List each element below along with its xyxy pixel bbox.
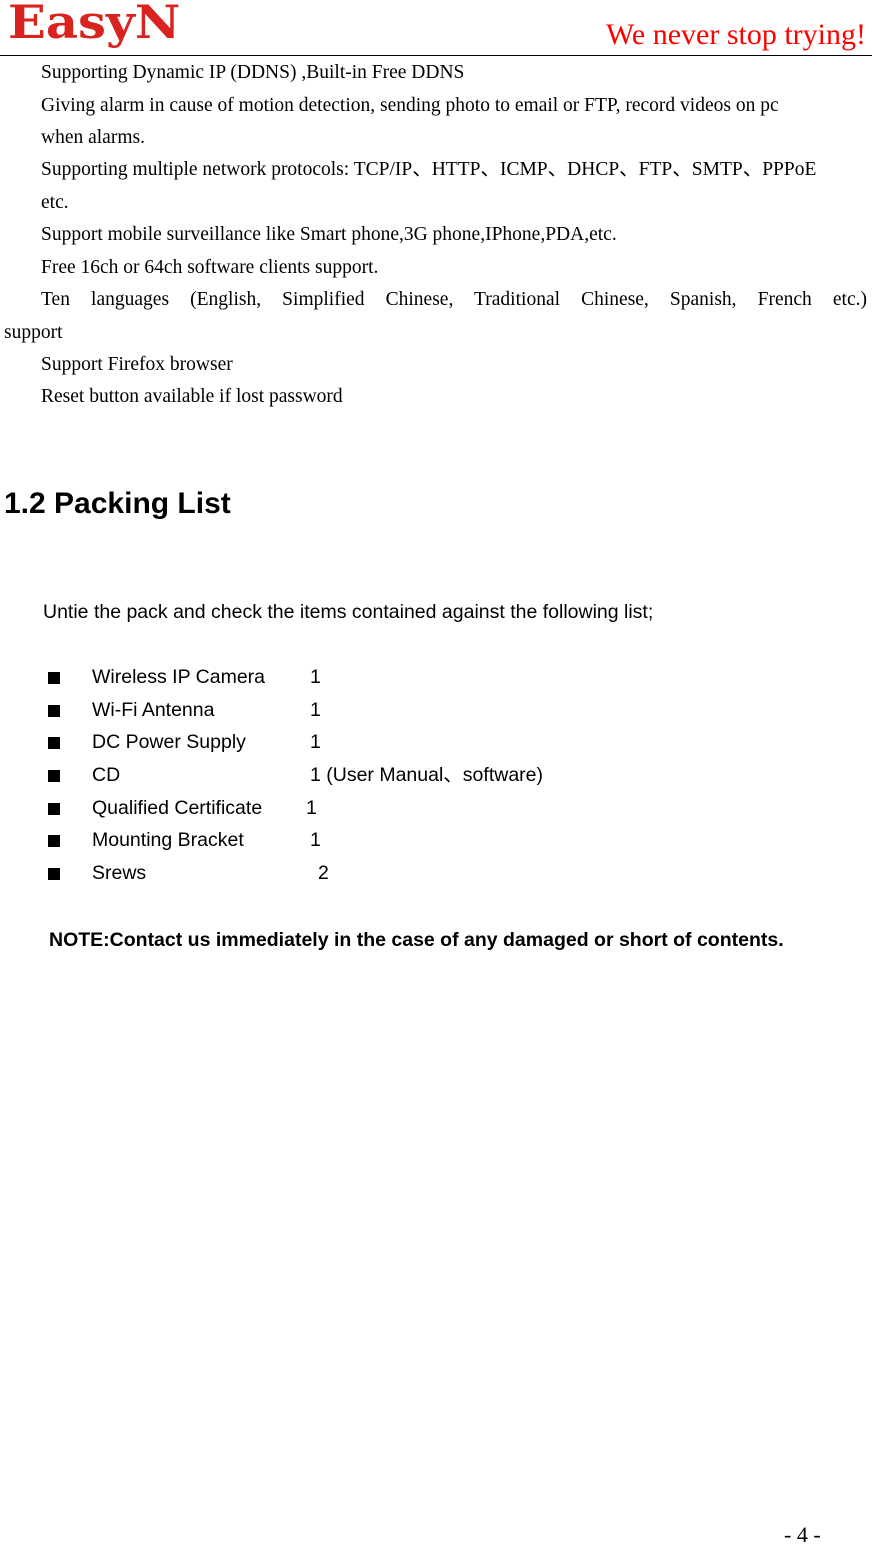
section-heading: 1.2 Packing List (4, 487, 231, 520)
feature-line-continuation: when alarms. (41, 127, 145, 148)
feature-line: Reset button available if lost password (41, 386, 343, 407)
item-quantity: 1 (310, 731, 321, 754)
feature-line: Free 16ch or 64ch software clients suppo… (41, 257, 379, 278)
feature-line: Supporting Dynamic IP (DDNS) ,Built-in F… (41, 62, 465, 83)
square-bullet-icon (48, 737, 60, 750)
slogan: We never stop trying! (605, 18, 866, 51)
item-name: Srews (92, 862, 147, 885)
square-bullet-icon (48, 802, 60, 815)
square-bullet-icon (48, 835, 60, 848)
feature-line: Supporting multiple network protocols: T… (41, 159, 817, 180)
item-quantity: 1 (310, 829, 321, 852)
square-bullet-icon (48, 868, 60, 881)
feature-line: Support Firefox browser (41, 354, 233, 375)
item-name: Mounting Bracket (92, 829, 244, 852)
page-number: - 4 - (784, 1522, 821, 1547)
item-name: Wi-Fi Antenna (92, 698, 215, 721)
item-quantity: 1 (310, 698, 321, 721)
item-quantity: 1 (User Manual、software) (310, 764, 543, 787)
easyn-logo: EasyN (8, 0, 181, 49)
page-header: EasyN We never stop trying! (0, 0, 872, 56)
feature-line-continuation: support (4, 322, 63, 343)
item-quantity: 1 (310, 666, 321, 688)
item-quantity: 1 (306, 796, 317, 819)
item-name: CD (92, 764, 121, 787)
contents-note: NOTE:Contact us immediately in the case … (49, 929, 784, 951)
feature-line-continuation: etc. (41, 192, 69, 213)
item-name: Wireless IP Camera (92, 666, 266, 688)
square-bullet-icon (48, 704, 60, 717)
feature-line: Ten languages (English, Simplified Chine… (41, 289, 867, 310)
feature-line: Support mobile surveillance like Smart p… (41, 224, 617, 245)
square-bullet-icon (48, 672, 60, 684)
item-name: Qualified Certificate (92, 796, 263, 819)
item-quantity: 2 (318, 862, 329, 885)
square-bullet-icon (48, 770, 60, 783)
item-name: DC Power Supply (92, 731, 246, 754)
feature-line: Giving alarm in cause of motion detectio… (41, 95, 779, 116)
packing-intro: Untie the pack and check the items conta… (43, 601, 654, 623)
